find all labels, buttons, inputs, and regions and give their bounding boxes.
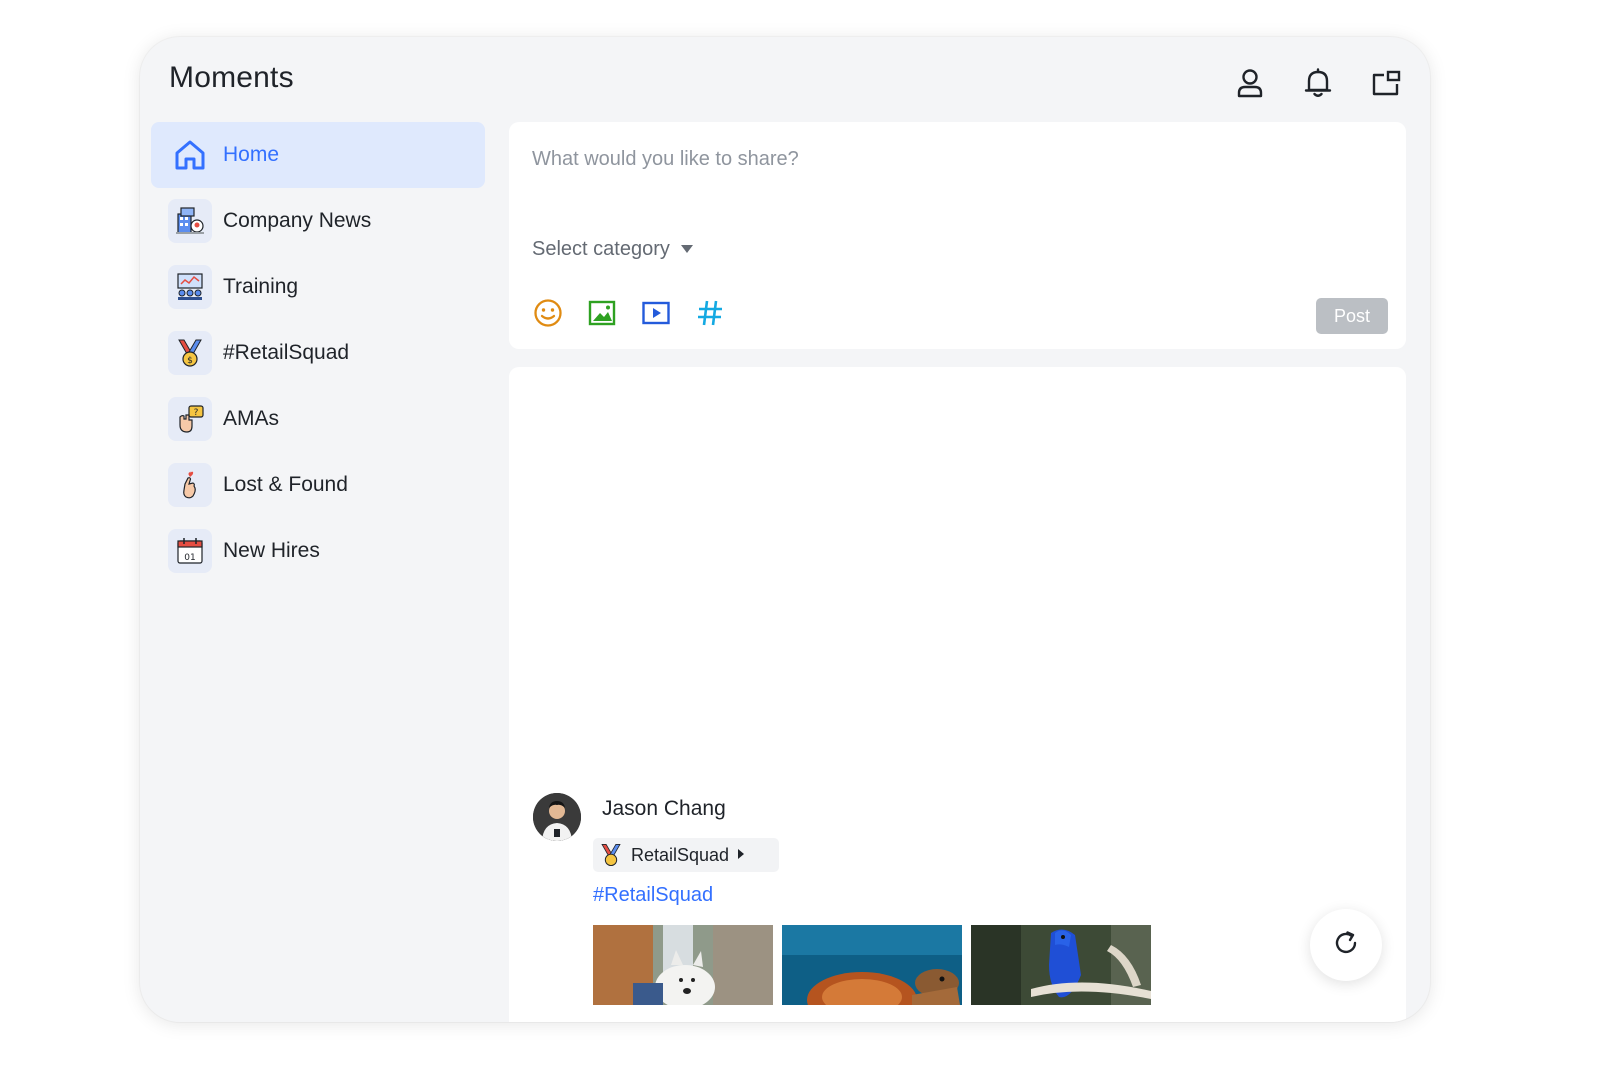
post-button[interactable]: Post	[1316, 298, 1388, 334]
sidebar-item-label: #RetailSquad	[223, 341, 350, 364]
app-title: Moments	[169, 61, 294, 94]
sidebar-nav: Home Company News Training $ #RetailSqua…	[151, 122, 485, 584]
header-actions	[1230, 63, 1406, 103]
caret-down-icon	[680, 241, 694, 259]
sidebar-item-label: Home	[223, 143, 280, 166]
share-input[interactable]	[532, 148, 1372, 171]
avatar[interactable]	[533, 793, 581, 841]
dog-photo[interactable]	[593, 925, 773, 1005]
composer-toolbar	[532, 297, 726, 329]
channel-chip-label: RetailSquad	[631, 844, 730, 865]
medal-icon	[598, 842, 624, 868]
hashtag-icon[interactable]	[694, 297, 726, 329]
sidebar-item-label: AMAs	[223, 407, 280, 430]
new-window-icon[interactable]	[1366, 63, 1406, 103]
home-icon	[168, 133, 212, 177]
sidebar-item-label: Lost & Found	[223, 473, 348, 496]
channel-chip[interactable]: RetailSquad	[593, 838, 779, 872]
post-composer: Select category Post	[509, 122, 1406, 349]
sea-turtle-photo[interactable]	[782, 925, 962, 1005]
sidebar-item-label: Training	[223, 275, 299, 298]
sidebar-item-amas[interactable]: ? AMAs	[151, 386, 485, 452]
svg-text:01: 01	[184, 553, 195, 563]
emoji-icon[interactable]	[532, 297, 564, 329]
svg-text:?: ?	[194, 408, 199, 418]
calendar-icon: 01	[168, 529, 212, 573]
sidebar-item-retailsquad[interactable]: $ #RetailSquad	[151, 320, 485, 386]
sidebar-item-label: New Hires	[223, 539, 320, 562]
post-author[interactable]: Jason Chang	[602, 797, 726, 821]
sidebar-item-new-hires[interactable]: 01 New Hires	[151, 518, 485, 584]
video-icon[interactable]	[640, 297, 672, 329]
moments-feed: Jason Chang RetailSquad #RetailSquad	[509, 367, 1406, 1022]
refresh-icon	[1332, 929, 1360, 962]
image-icon[interactable]	[586, 297, 618, 329]
post-hashtag[interactable]: #RetailSquad	[593, 884, 713, 907]
app-window: Moments Home Company News Training $ #Re…	[140, 37, 1430, 1022]
sidebar-item-training[interactable]: Training	[151, 254, 485, 320]
sidebar-item-company-news[interactable]: Company News	[151, 188, 485, 254]
blue-parrot-photo[interactable]	[971, 925, 1151, 1005]
medal-icon: $	[168, 331, 212, 375]
finger-heart-icon	[168, 463, 212, 507]
training-board-icon	[168, 265, 212, 309]
svg-text:$: $	[187, 356, 193, 366]
sidebar-item-lost-found[interactable]: Lost & Found	[151, 452, 485, 518]
refresh-button[interactable]	[1310, 909, 1382, 981]
caret-right-icon	[737, 846, 745, 864]
company-building-icon	[168, 199, 212, 243]
bell-icon[interactable]	[1298, 63, 1338, 103]
sidebar-item-label: Company News	[223, 209, 372, 232]
raised-hand-question-icon: ?	[168, 397, 212, 441]
category-select-label: Select category	[532, 238, 670, 260]
category-select[interactable]: Select category	[532, 238, 694, 261]
post-photos	[593, 925, 1151, 1005]
sidebar-item-home[interactable]: Home	[151, 122, 485, 188]
profile-icon[interactable]	[1230, 63, 1270, 103]
